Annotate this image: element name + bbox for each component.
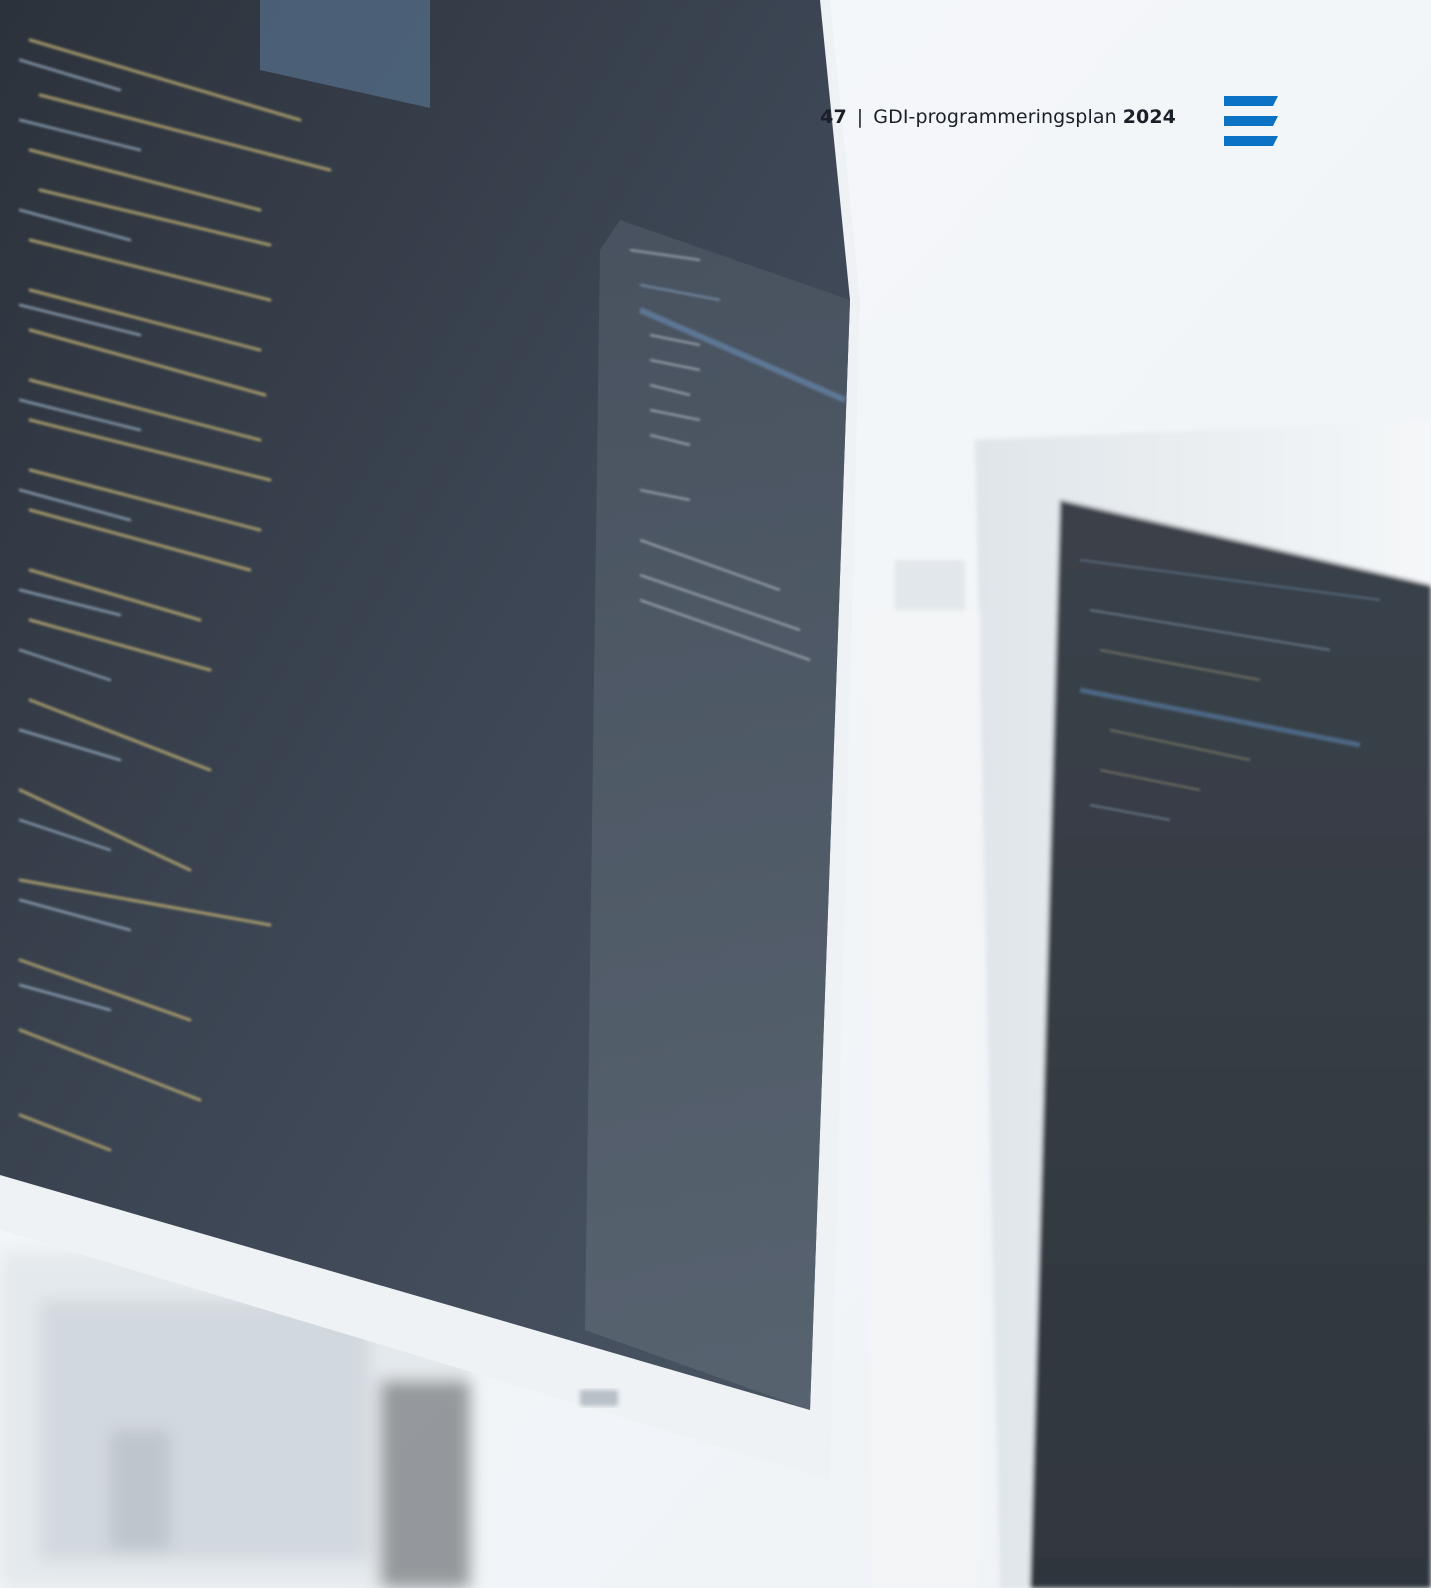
background-photo (0, 0, 1431, 1588)
page-header: 47 | GDI-programmeringsplan 2024 (820, 102, 1176, 132)
page-number: 47 (820, 106, 847, 128)
document-year: 2024 (1122, 106, 1176, 128)
header-separator: | (856, 106, 864, 128)
hamburger-menu-icon[interactable] (1224, 96, 1278, 148)
document-title: GDI-programmeringsplan (873, 106, 1117, 128)
